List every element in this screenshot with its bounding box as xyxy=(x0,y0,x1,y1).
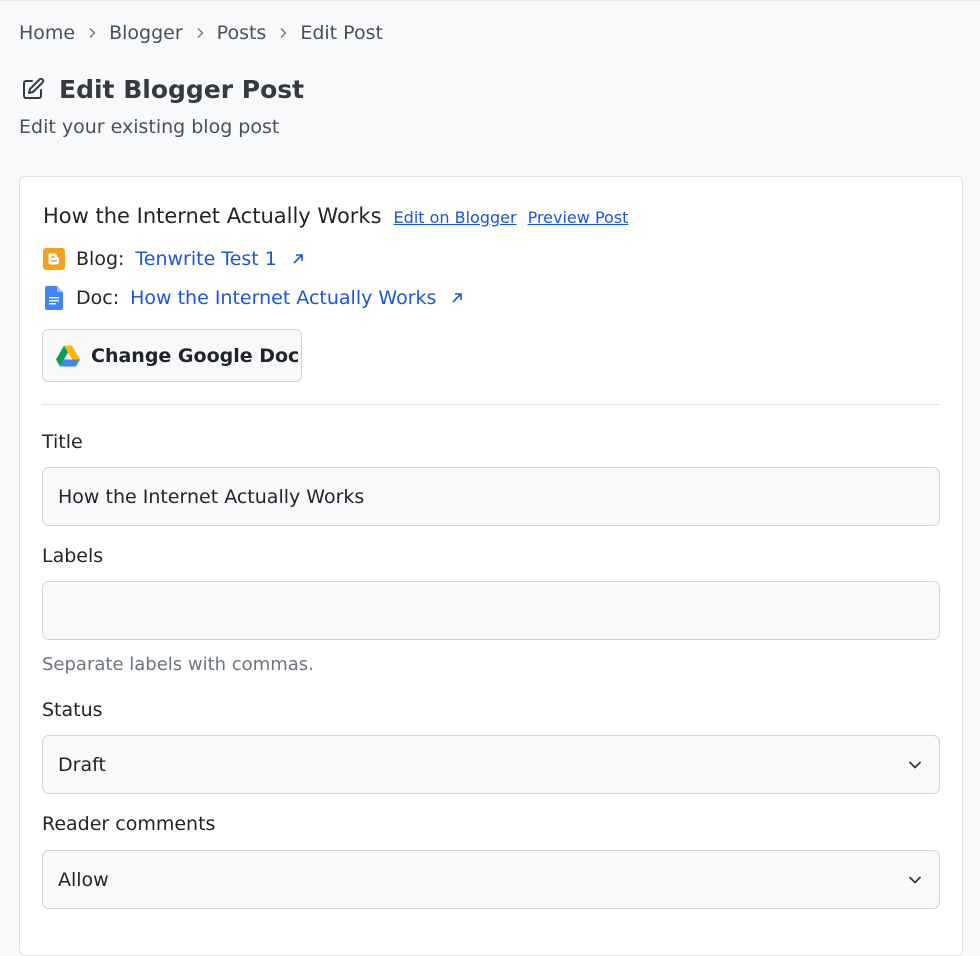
edit-post-card: How the Internet Actually Works Edit on … xyxy=(19,176,963,956)
status-value: Draft xyxy=(58,753,106,776)
chevron-down-icon xyxy=(909,761,921,768)
breadcrumb-home[interactable]: Home xyxy=(19,22,75,44)
preview-post-link[interactable]: Preview Post xyxy=(528,208,629,227)
labels-input[interactable] xyxy=(42,581,940,640)
blog-row: Blog: Tenwrite Test 1 xyxy=(43,246,305,272)
google-drive-icon xyxy=(56,345,80,366)
blog-label: Blog: xyxy=(76,248,125,270)
title-label: Title xyxy=(42,431,83,453)
post-title: How the Internet Actually Works xyxy=(43,204,382,228)
chevron-down-icon xyxy=(909,876,921,883)
page-subtitle: Edit your existing blog post xyxy=(19,116,280,138)
post-header: How the Internet Actually Works Edit on … xyxy=(43,204,639,228)
edit-on-blogger-link[interactable]: Edit on Blogger xyxy=(394,208,517,227)
chevron-right-icon xyxy=(266,27,300,39)
reader-comments-select[interactable]: Allow xyxy=(42,850,940,909)
divider xyxy=(42,404,940,405)
doc-link[interactable]: How the Internet Actually Works xyxy=(130,287,436,309)
reader-comments-value: Allow xyxy=(58,868,109,891)
blog-link[interactable]: Tenwrite Test 1 xyxy=(135,248,276,270)
doc-row: Doc: How the Internet Actually Works xyxy=(43,285,464,311)
reader-comments-label: Reader comments xyxy=(42,813,216,835)
status-select[interactable]: Draft xyxy=(42,735,940,794)
change-google-doc-label: Change Google Doc xyxy=(91,344,300,367)
status-label: Status xyxy=(42,699,103,721)
page-heading: Edit Blogger Post xyxy=(59,74,305,104)
breadcrumb-posts[interactable]: Posts xyxy=(217,22,267,44)
google-docs-icon xyxy=(43,286,65,310)
change-google-doc-button[interactable]: Change Google Doc xyxy=(42,329,302,382)
breadcrumb: Home Blogger Posts Edit Post xyxy=(19,20,383,46)
blogger-icon xyxy=(43,247,65,271)
doc-label: Doc: xyxy=(76,287,120,309)
external-link-icon[interactable] xyxy=(291,252,305,266)
chevron-right-icon xyxy=(183,27,217,39)
page-title: Edit Blogger Post xyxy=(21,72,304,106)
breadcrumb-blogger[interactable]: Blogger xyxy=(109,22,183,44)
title-input[interactable] xyxy=(42,467,940,526)
edit-icon xyxy=(23,77,45,99)
breadcrumb-edit-post: Edit Post xyxy=(300,22,383,44)
labels-label: Labels xyxy=(42,545,104,567)
labels-help-text: Separate labels with commas. xyxy=(42,654,314,675)
external-link-icon[interactable] xyxy=(450,291,464,305)
chevron-right-icon xyxy=(75,27,109,39)
